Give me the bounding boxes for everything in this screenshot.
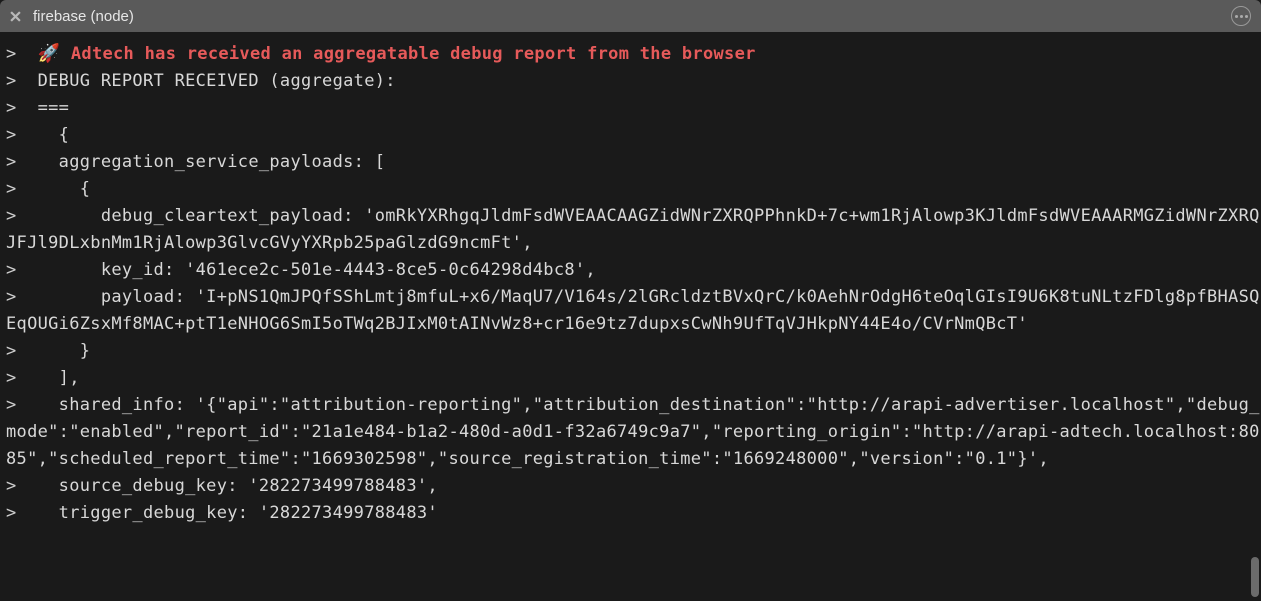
tab-left-group: firebase (node)	[10, 8, 134, 25]
rocket-icon: 🚀	[38, 43, 61, 64]
log-text: }	[17, 341, 91, 361]
log-lines: > DEBUG REPORT RECEIVED (aggregate):> ==…	[6, 68, 1261, 527]
log-line: > ],	[6, 365, 1261, 392]
log-text: debug_cleartext_payload: 'omRkYXRhgqJldm…	[6, 206, 1260, 253]
prompt: >	[6, 44, 17, 64]
log-line: > aggregation_service_payloads: [	[6, 149, 1261, 176]
log-line: > DEBUG REPORT RECEIVED (aggregate):	[6, 68, 1261, 95]
prompt: >	[6, 287, 17, 307]
log-text: ===	[17, 98, 70, 118]
prompt: >	[6, 503, 17, 523]
log-line: > source_debug_key: '282273499788483',	[6, 473, 1261, 500]
log-text: payload: 'I+pNS1QmJPQfSShLmtj8mfuL+x6/Ma…	[6, 287, 1260, 334]
log-line: > {	[6, 176, 1261, 203]
log-text: source_debug_key: '282273499788483',	[17, 476, 438, 496]
log-text: trigger_debug_key: '282273499788483'	[17, 503, 438, 523]
log-line: > ===	[6, 95, 1261, 122]
prompt: >	[6, 341, 17, 361]
log-text: shared_info: '{"api":"attribution-report…	[6, 395, 1260, 469]
prompt: >	[6, 179, 17, 199]
prompt: >	[6, 476, 17, 496]
log-text: aggregation_service_payloads: [	[17, 152, 386, 172]
log-line: > payload: 'I+pNS1QmJPQfSShLmtj8mfuL+x6/…	[6, 284, 1261, 338]
prompt: >	[6, 395, 17, 415]
scrollbar-thumb[interactable]	[1251, 557, 1259, 597]
log-line: > debug_cleartext_payload: 'omRkYXRhgqJl…	[6, 203, 1261, 257]
log-line: > {	[6, 122, 1261, 149]
more-icon[interactable]	[1231, 6, 1251, 26]
log-text: key_id: '461ece2c-501e-4443-8ce5-0c64298…	[17, 260, 596, 280]
tab-title: firebase (node)	[33, 8, 134, 25]
log-line: > trigger_debug_key: '282273499788483'	[6, 500, 1261, 527]
prompt: >	[6, 206, 17, 226]
prompt: >	[6, 368, 17, 388]
log-line: > shared_info: '{"api":"attribution-repo…	[6, 392, 1261, 473]
tab-bar: firebase (node)	[0, 0, 1261, 32]
log-text: {	[17, 179, 91, 199]
prompt: >	[6, 98, 17, 118]
close-icon[interactable]	[10, 11, 21, 22]
log-text: DEBUG REPORT RECEIVED (aggregate):	[17, 71, 396, 91]
prompt: >	[6, 71, 17, 91]
headline-text: Adtech has received an aggregatable debu…	[60, 44, 755, 64]
log-line: > key_id: '461ece2c-501e-4443-8ce5-0c642…	[6, 257, 1261, 284]
terminal-output: > 🚀 Adtech has received an aggregatable …	[0, 32, 1261, 601]
log-line: > }	[6, 338, 1261, 365]
prompt: >	[6, 152, 17, 172]
log-text: {	[17, 125, 70, 145]
log-text: ],	[17, 368, 80, 388]
prompt: >	[6, 125, 17, 145]
prompt: >	[6, 260, 17, 280]
headline-line: > 🚀 Adtech has received an aggregatable …	[6, 40, 1261, 68]
